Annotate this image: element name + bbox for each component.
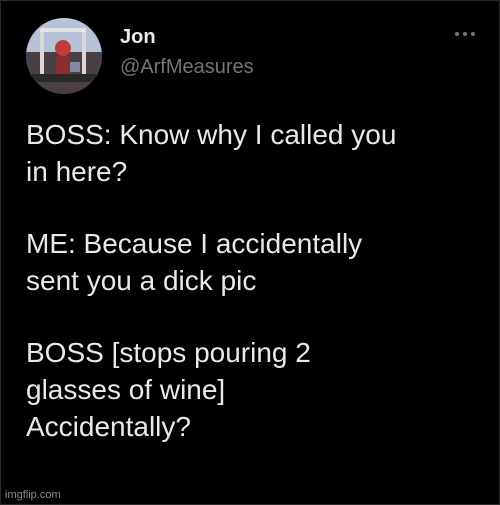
tweet-paragraph: BOSS [stops pouring 2 glasses of wine] A… [26,337,311,442]
tweet-text: BOSS: Know why I called you in here? ME:… [26,116,486,480]
author-name[interactable]: Jon [120,25,156,49]
author-handle[interactable]: @ArfMeasures [120,55,254,79]
tweet-card: Jon @ArfMeasures BOSS: Know why I called… [0,0,500,505]
more-horizontal-icon[interactable] [453,27,477,39]
tweet-paragraph: ME: Because I accidentally sent you a di… [26,228,363,296]
watermark: imgflip.com [5,489,61,501]
avatar[interactable] [26,18,102,94]
avatar-image [26,18,102,94]
tweet-paragraph: BOSS: Know why I called you in here? [26,119,397,187]
